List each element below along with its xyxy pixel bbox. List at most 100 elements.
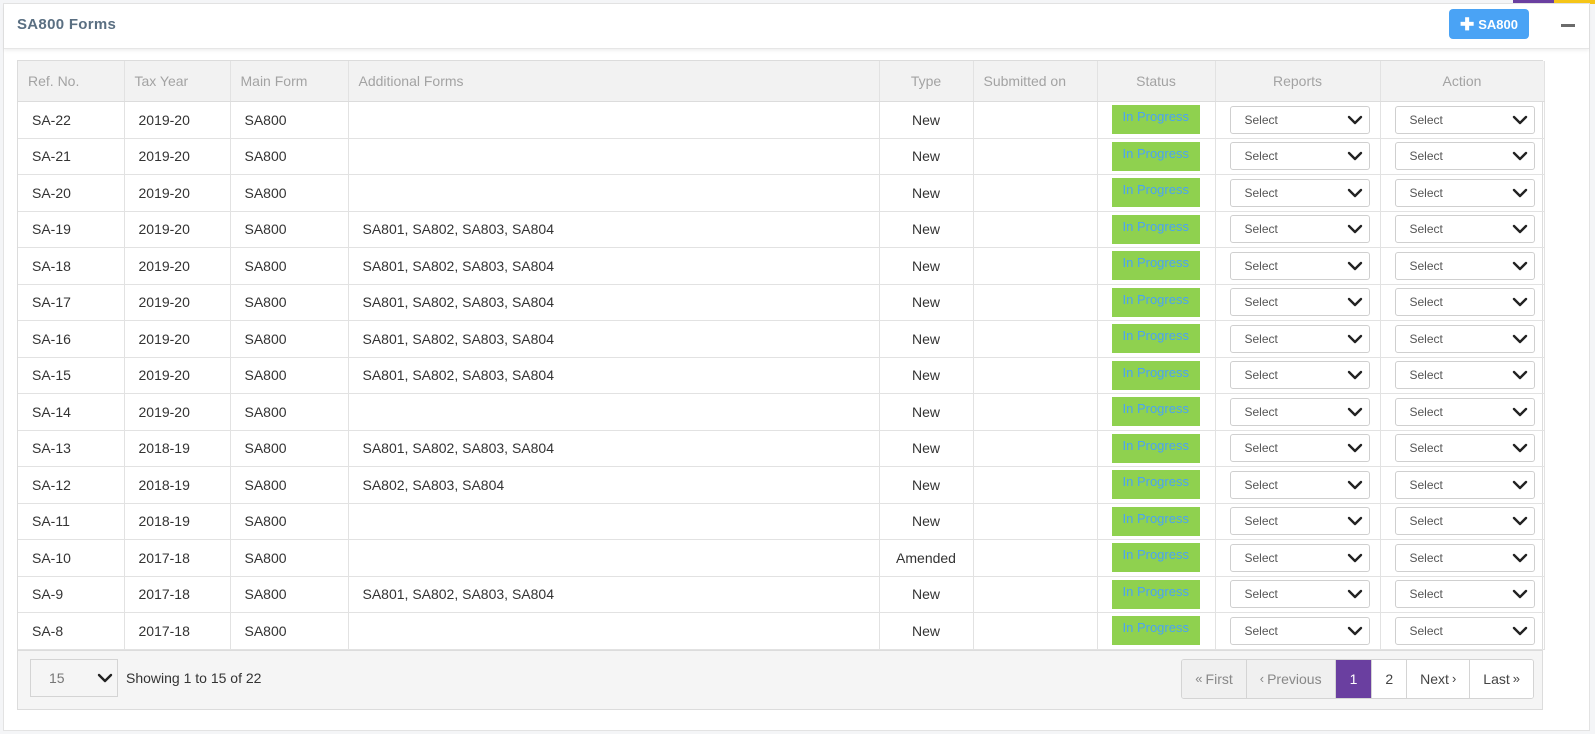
add-sa800-button[interactable]: ✚ SA800 (1449, 9, 1529, 39)
cell-ref-no: SA-18 (18, 247, 125, 285)
pagination-previous-label: Previous (1267, 670, 1322, 687)
cell-submitted-on (973, 576, 1098, 613)
header-tax-year[interactable]: Tax Year (124, 61, 231, 102)
reports-select[interactable]: Select (1229, 616, 1370, 645)
cell-main-form: SA800 (230, 576, 349, 613)
cell-type: New (879, 430, 974, 467)
double-chevron-right-icon: » (1512, 671, 1520, 686)
cell-action: Select (1380, 247, 1545, 285)
reports-select-value: Select (1244, 112, 1278, 127)
cell-ref-no: SA-10 (18, 539, 125, 577)
cell-type: Amended (879, 539, 974, 577)
header-ref-no[interactable]: Ref. No. (18, 61, 125, 102)
cell-action: Select (1380, 576, 1545, 613)
action-select[interactable]: Select (1394, 616, 1535, 645)
sa800-forms-panel: SA800 Forms ✚ SA800 Ref. No. Tax Year Ma… (3, 3, 1590, 731)
reports-select[interactable]: Select (1229, 434, 1370, 463)
cell-type: New (879, 612, 974, 650)
pagination-next-button[interactable]: Next › (1407, 659, 1471, 698)
cell-submitted-on (973, 503, 1098, 540)
action-select[interactable]: Select (1394, 434, 1535, 463)
header-status[interactable]: Status (1097, 61, 1216, 102)
reports-select[interactable]: Select (1229, 324, 1370, 353)
table-body: SA-22 2019-20 SA800 New In Progress Select Sel… (18, 101, 1545, 650)
table-row: SA-22 2019-20 SA800 New In Progress Select Sel… (18, 101, 1545, 139)
reports-select[interactable]: Select (1229, 251, 1370, 280)
reports-select[interactable]: Select (1229, 215, 1370, 244)
cell-tax-year: 2017-18 (124, 612, 231, 650)
chevron-down-icon (1512, 517, 1527, 526)
minus-icon[interactable] (1561, 24, 1575, 27)
cell-submitted-on (973, 539, 1098, 577)
cell-additional-forms: SA801, SA802, SA803, SA804 (348, 430, 880, 467)
header-submitted-on[interactable]: Submitted on (973, 61, 1098, 102)
reports-select[interactable]: Select (1229, 470, 1370, 499)
pagination-next-label: Next (1420, 670, 1449, 687)
reports-select-value: Select (1244, 185, 1278, 200)
cell-tax-year: 2019-20 (124, 247, 231, 285)
reports-select[interactable]: Select (1229, 178, 1370, 207)
action-select[interactable]: Select (1394, 215, 1535, 244)
action-select[interactable]: Select (1394, 178, 1535, 207)
cell-ref-no: SA-14 (18, 393, 125, 431)
reports-select[interactable]: Select (1229, 397, 1370, 426)
cell-submitted-on (973, 247, 1098, 285)
chevron-down-icon (1347, 480, 1362, 489)
cell-type: New (879, 174, 974, 212)
cell-tax-year: 2019-20 (124, 211, 231, 248)
status-badge: In Progress (1111, 287, 1200, 317)
reports-select[interactable]: Select (1229, 361, 1370, 390)
pagination-page-2[interactable]: 2 (1372, 659, 1408, 698)
reports-select[interactable]: Select (1229, 580, 1370, 609)
action-select[interactable]: Select (1394, 361, 1535, 390)
cell-tax-year: 2019-20 (124, 393, 231, 431)
cell-status: In Progress (1097, 320, 1216, 358)
action-select[interactable]: Select (1394, 251, 1535, 280)
chevron-down-icon (1347, 261, 1362, 270)
cell-additional-forms: SA802, SA803, SA804 (348, 466, 880, 504)
table-row: SA-15 2019-20 SA800 SA801, SA802, SA803, SA… (18, 357, 1545, 394)
cell-additional-forms (348, 539, 880, 577)
cell-tax-year: 2017-18 (124, 539, 231, 577)
action-select[interactable]: Select (1394, 470, 1535, 499)
reports-select[interactable]: Select (1229, 543, 1370, 572)
forms-table-wrapper: Ref. No. Tax Year Main Form Additional F… (17, 60, 1545, 710)
cell-submitted-on (973, 320, 1098, 358)
cell-status: In Progress (1097, 211, 1216, 248)
chevron-down-icon (1347, 298, 1362, 307)
action-select[interactable]: Select (1394, 105, 1535, 134)
cell-submitted-on (973, 430, 1098, 467)
page-size-select[interactable]: 15 (30, 658, 118, 697)
pagination-page-1[interactable]: 1 (1335, 659, 1373, 698)
chevron-down-icon (1347, 371, 1362, 380)
chevron-down-icon (1347, 334, 1362, 343)
cell-reports: Select (1215, 576, 1381, 613)
header-type[interactable]: Type (879, 61, 974, 102)
reports-select[interactable]: Select (1229, 142, 1370, 171)
action-select[interactable]: Select (1394, 507, 1535, 536)
cell-action: Select (1380, 466, 1545, 504)
cell-reports: Select (1215, 138, 1381, 175)
action-select[interactable]: Select (1394, 580, 1535, 609)
cell-submitted-on (973, 101, 1098, 139)
action-select[interactable]: Select (1394, 288, 1535, 317)
reports-select[interactable]: Select (1229, 105, 1370, 134)
action-select[interactable]: Select (1394, 142, 1535, 171)
action-select[interactable]: Select (1394, 543, 1535, 572)
pagination-last-button[interactable]: Last » (1470, 659, 1533, 698)
reports-select[interactable]: Select (1229, 507, 1370, 536)
reports-select-value: Select (1244, 514, 1278, 529)
pagination-previous-button[interactable]: ‹ Previous (1246, 659, 1336, 698)
table-row: SA-13 2018-19 SA800 SA801, SA802, SA803, SA… (18, 430, 1545, 467)
header-main-form[interactable]: Main Form (230, 61, 349, 102)
action-select[interactable]: Select (1394, 397, 1535, 426)
chevron-down-icon (1512, 188, 1527, 197)
header-additional-forms[interactable]: Additional Forms (348, 61, 880, 102)
cell-additional-forms: SA801, SA802, SA803, SA804 (348, 284, 880, 321)
pagination-first-button[interactable]: « First (1182, 659, 1247, 698)
action-select-value: Select (1409, 587, 1443, 602)
cell-action: Select (1380, 539, 1545, 577)
reports-select[interactable]: Select (1229, 288, 1370, 317)
table-row: SA-19 2019-20 SA800 SA801, SA802, SA803, SA… (18, 211, 1545, 248)
action-select[interactable]: Select (1394, 324, 1535, 353)
